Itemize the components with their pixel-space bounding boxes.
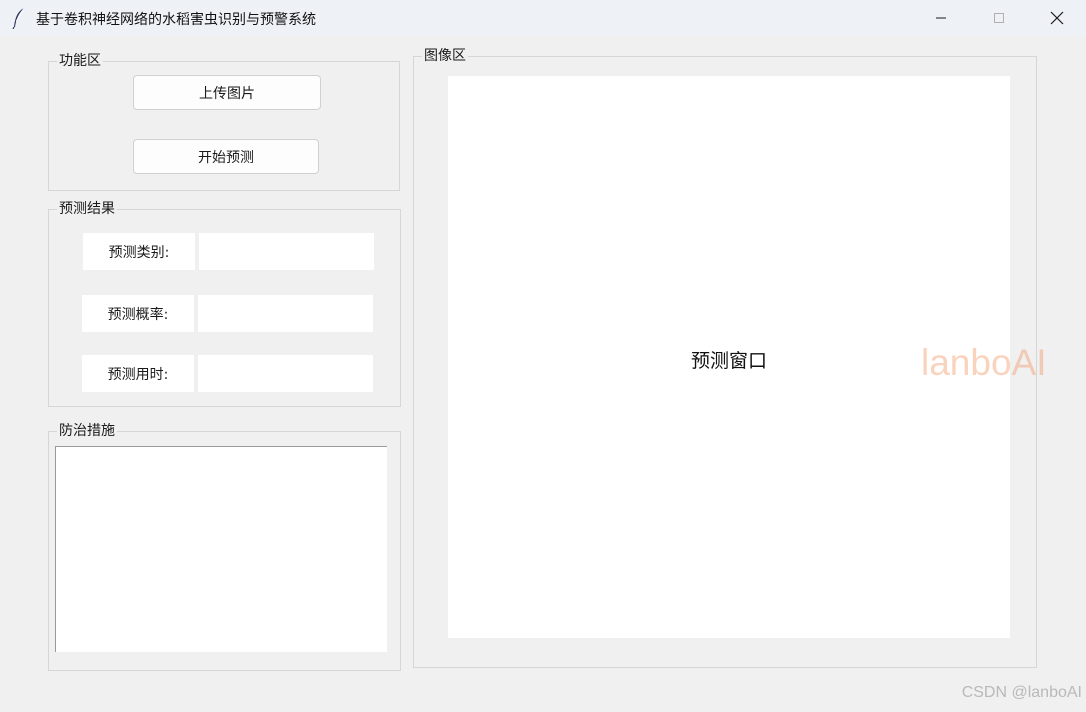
watermark-footer: CSDN @lanboAI: [961, 684, 1082, 701]
window-title: 基于卷积神经网络的水稻害虫识别与预警系统: [36, 12, 316, 28]
close-icon: [1050, 11, 1064, 25]
maximize-icon: [994, 13, 1004, 23]
probability-label: 预测概率:: [82, 295, 194, 332]
control-measures-group: 防治措施: [48, 422, 401, 671]
control-measures-textarea[interactable]: [55, 446, 387, 652]
control-measures-label: 防治措施: [57, 422, 117, 440]
time-label: 预测用时:: [82, 355, 194, 392]
feather-icon: [12, 7, 26, 30]
category-label: 预测类别:: [83, 233, 195, 270]
watermark-overlay: lanboAI: [921, 342, 1047, 383]
probability-value: [198, 295, 373, 332]
start-predict-button[interactable]: 开始预测: [133, 139, 319, 174]
prediction-result-label: 预测结果: [57, 200, 117, 218]
function-area-group: 功能区 上传图片 开始预测: [48, 52, 400, 191]
minimize-icon: [936, 17, 946, 19]
image-area-label: 图像区: [422, 47, 468, 65]
function-area-label: 功能区: [57, 52, 103, 70]
close-button[interactable]: [1028, 0, 1086, 36]
maximize-button[interactable]: [970, 0, 1028, 36]
minimize-button[interactable]: [912, 0, 970, 36]
prediction-result-group: 预测结果 预测类别: 预测概率: 预测用时:: [48, 200, 401, 407]
upload-image-button[interactable]: 上传图片: [133, 75, 321, 110]
title-bar: 基于卷积神经网络的水稻害虫识别与预警系统: [0, 0, 1086, 36]
category-value: [199, 233, 374, 270]
time-value: [198, 355, 373, 392]
